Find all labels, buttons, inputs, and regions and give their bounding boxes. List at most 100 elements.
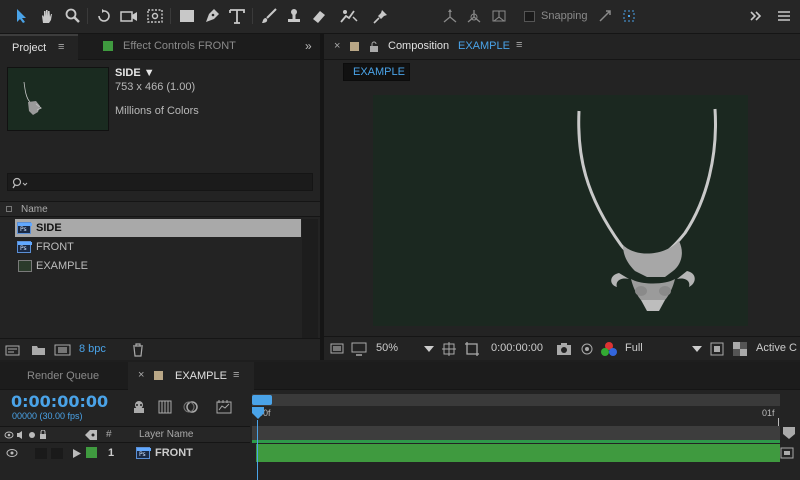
project-scrollbar[interactable]	[302, 219, 318, 339]
viewer-timecode[interactable]: 0:00:00:00	[491, 342, 543, 354]
interpret-footage-icon[interactable]	[5, 344, 21, 356]
layer-name[interactable]: FRONT	[155, 447, 193, 459]
playhead-icon[interactable]	[251, 406, 265, 420]
show-snapshot-icon[interactable]	[579, 341, 595, 357]
column-layer-name-header[interactable]: Layer Name	[139, 429, 193, 440]
layer-label-color[interactable]	[86, 447, 97, 458]
draft-3d-icon[interactable]	[157, 399, 173, 415]
selection-tool-icon[interactable]	[12, 6, 32, 26]
layer-duration-bar[interactable]	[256, 444, 780, 462]
color-channels-icon[interactable]	[600, 341, 618, 357]
camera-tool-icon[interactable]	[119, 6, 139, 26]
solo-switch[interactable]	[35, 448, 47, 459]
delete-trash-icon[interactable]	[132, 343, 144, 357]
zoom-level-select[interactable]: 50%	[376, 342, 398, 354]
close-tab-icon[interactable]: ×	[138, 369, 144, 381]
snap-features-icon[interactable]	[619, 6, 639, 26]
comp-navigator-label: EXAMPLE	[353, 66, 405, 78]
lock-switch[interactable]	[51, 448, 63, 459]
toolbar-overflow-icon[interactable]	[746, 6, 766, 26]
toggle-transparency-grid-icon[interactable]	[733, 342, 747, 356]
composition-tabbar: × Composition EXAMPLE ≡	[324, 34, 800, 60]
timeline-tabbar: Render Queue × EXAMPLE ≡	[0, 362, 800, 390]
zoom-tool-icon[interactable]	[63, 6, 83, 26]
eraser-tool-icon[interactable]	[309, 6, 329, 26]
item-thumbnail	[7, 67, 109, 131]
time-ruler[interactable]: 00f 01f	[252, 406, 780, 426]
label-column-icon[interactable]	[6, 206, 12, 212]
tab-timeline-example[interactable]: × EXAMPLE ≡	[128, 362, 254, 390]
tab-render-queue-label: Render Queue	[27, 370, 100, 382]
brush-tool-icon[interactable]	[259, 6, 279, 26]
new-folder-icon[interactable]	[31, 344, 47, 356]
hand-tool-icon[interactable]	[37, 6, 57, 26]
always-preview-icon[interactable]	[329, 342, 345, 356]
transparency-grid-icon[interactable]	[464, 341, 480, 357]
motion-blur-icon[interactable]	[183, 399, 199, 415]
snap-edges-icon[interactable]	[595, 6, 615, 26]
snapping-label: Snapping	[541, 10, 588, 22]
composition-canvas[interactable]	[373, 95, 748, 326]
panel-overflow-icon[interactable]: »	[305, 39, 312, 53]
puppet-pin-tool-icon[interactable]	[371, 6, 391, 26]
timeline-current-time[interactable]: 0:00:00:00	[11, 392, 108, 411]
rectangle-tool-icon[interactable]	[177, 6, 197, 26]
tab-render-queue[interactable]: Render Queue	[0, 362, 125, 390]
comp-mini-flowchart-icon[interactable]	[131, 399, 147, 415]
new-composition-icon[interactable]	[54, 343, 72, 357]
snapping-checkbox[interactable]	[524, 11, 535, 22]
view-axis-icon[interactable]	[489, 6, 509, 26]
local-axis-icon[interactable]	[440, 6, 460, 26]
layer-keyframe-icon[interactable]	[779, 446, 795, 460]
close-tab-icon[interactable]: ×	[334, 40, 340, 52]
layer-row[interactable]: 1 Ps FRONT	[0, 444, 250, 462]
project-item-example[interactable]: EXAMPLE	[15, 257, 301, 275]
resolution-select[interactable]: Full	[625, 342, 643, 354]
tab-effect-controls[interactable]: Effect Controls FRONT	[86, 34, 296, 60]
monitor-icon[interactable]	[351, 342, 367, 356]
project-item-side[interactable]: Ps SIDE	[15, 219, 301, 237]
tab-project[interactable]: Project ≡	[0, 34, 78, 60]
project-search-field[interactable]	[7, 173, 313, 191]
active-camera-select[interactable]: Active C	[756, 342, 797, 354]
photoshop-file-icon: Ps	[17, 222, 32, 234]
rotation-tool-icon[interactable]	[94, 6, 114, 26]
workspace-menu-icon[interactable]	[774, 6, 794, 26]
selected-item-name[interactable]: SIDE ▼	[115, 67, 155, 79]
tab-composition-name[interactable]: EXAMPLE	[458, 40, 510, 52]
roto-brush-tool-icon[interactable]	[339, 6, 359, 26]
column-name-header[interactable]: Name	[21, 204, 48, 215]
project-item-front[interactable]: Ps FRONT	[15, 238, 301, 256]
project-item-label: SIDE	[36, 222, 62, 234]
current-time-indicator[interactable]	[251, 406, 265, 420]
type-tool-icon[interactable]	[227, 6, 247, 26]
resolution-dropdown-icon[interactable]	[692, 346, 702, 352]
selected-item-color-depth: Millions of Colors	[115, 105, 199, 117]
work-area-start-handle[interactable]	[252, 395, 272, 405]
tab-menu-icon[interactable]: ≡	[58, 41, 64, 53]
selected-item-size: 753 x 466 (1.00)	[115, 81, 196, 93]
graph-editor-icon[interactable]	[216, 399, 232, 415]
comp-color-swatch	[154, 371, 163, 380]
work-area-bar[interactable]	[252, 394, 780, 406]
comp-marker-bin-icon[interactable]	[782, 426, 796, 440]
composition-viewer[interactable]	[324, 84, 800, 332]
video-visibility-eye-icon[interactable]	[6, 448, 18, 458]
tab-menu-icon[interactable]: ≡	[516, 39, 522, 51]
project-item-label: EXAMPLE	[36, 260, 88, 272]
tab-menu-icon[interactable]: ≡	[233, 369, 239, 381]
bit-depth-button[interactable]: 8 bpc	[79, 343, 106, 355]
clone-stamp-tool-icon[interactable]	[284, 6, 304, 26]
region-of-interest-icon[interactable]	[441, 341, 457, 357]
expand-layer-triangle-icon[interactable]	[73, 449, 81, 458]
snapshot-camera-icon[interactable]	[556, 342, 572, 356]
comp-navigator-tab[interactable]: EXAMPLE	[343, 63, 410, 81]
fast-previews-icon[interactable]	[710, 342, 724, 356]
world-axis-icon[interactable]	[464, 6, 484, 26]
pan-behind-tool-icon[interactable]	[145, 6, 165, 26]
pen-tool-icon[interactable]	[202, 6, 222, 26]
zoom-dropdown-icon[interactable]	[424, 346, 434, 352]
label-tag-icon[interactable]	[84, 429, 98, 441]
search-input[interactable]	[30, 175, 310, 189]
lock-icon[interactable]	[369, 41, 379, 53]
